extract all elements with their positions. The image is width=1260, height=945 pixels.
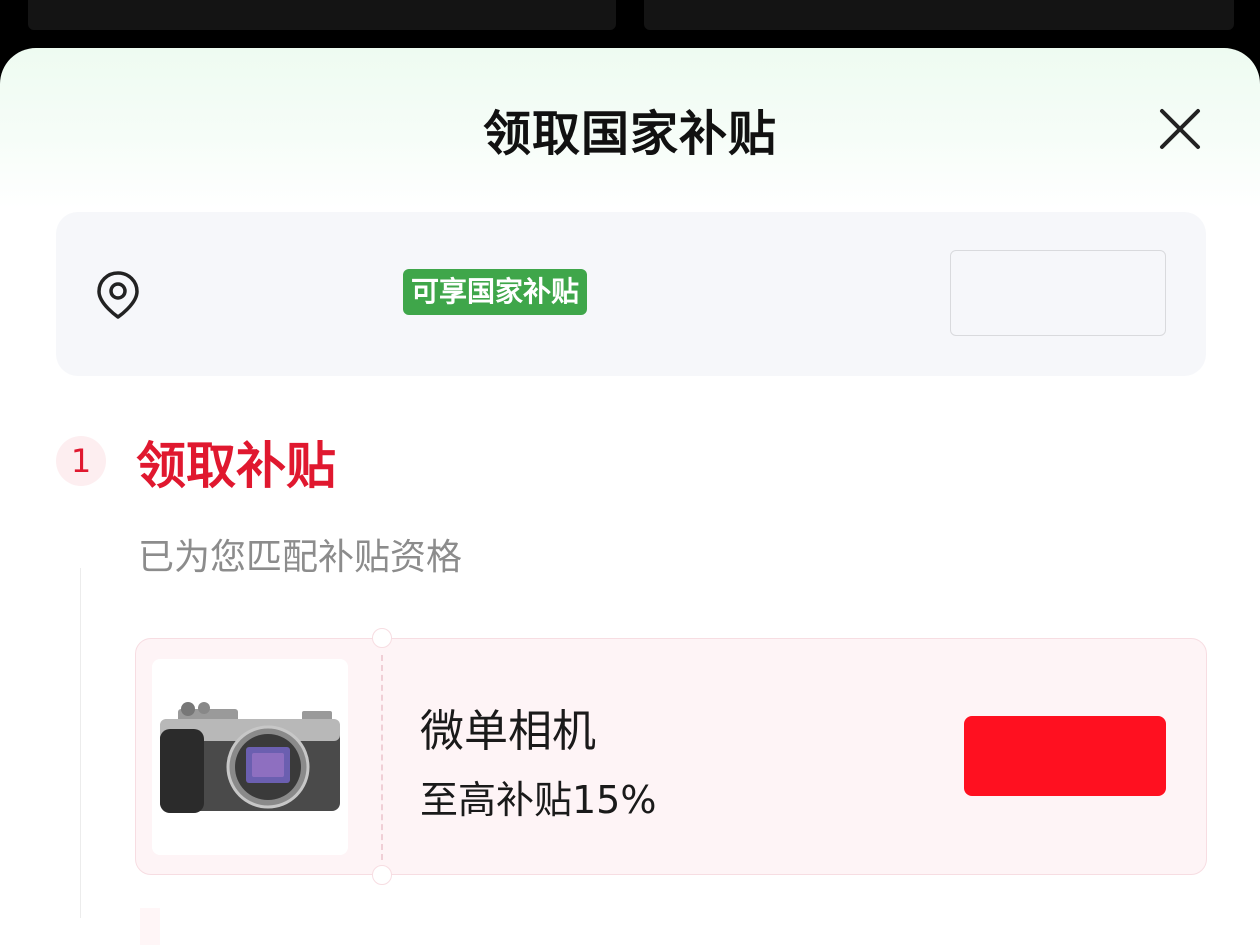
subsidy-bottom-sheet: 领取国家补贴 可享国家补贴 1 领取补贴 已为您匹配补贴资格 微单相机 至高补贴… (0, 48, 1260, 945)
subsidy-rate-text: 至高补贴15% (420, 778, 657, 822)
background-tab-right (644, 0, 1234, 30)
subsidy-eligible-badge: 可享国家补贴 (403, 269, 588, 315)
change-address-button[interactable] (950, 250, 1166, 336)
close-button[interactable] (1150, 106, 1210, 152)
claim-subsidy-button[interactable] (964, 716, 1166, 796)
address-card: 可享国家补贴 (56, 212, 1206, 376)
location-pin-icon (97, 271, 139, 319)
coupon-notch-bottom (372, 865, 392, 885)
background-tab-left (28, 0, 616, 30)
next-step-hint (140, 908, 160, 945)
step-timeline-line (80, 568, 81, 918)
coupon-notch-top (372, 628, 392, 648)
step-title: 领取补贴 (136, 437, 336, 495)
coupon-divider (381, 655, 383, 860)
subsidy-coupon-card[interactable]: 微单相机 至高补贴15% (135, 628, 1207, 885)
camera-image (152, 659, 348, 855)
product-category-name: 微单相机 (420, 706, 596, 757)
close-icon (1160, 109, 1200, 149)
step-number: 1 (56, 436, 106, 486)
step-description: 已为您匹配补贴资格 (138, 537, 463, 578)
sheet-title: 领取国家补贴 (482, 106, 777, 162)
